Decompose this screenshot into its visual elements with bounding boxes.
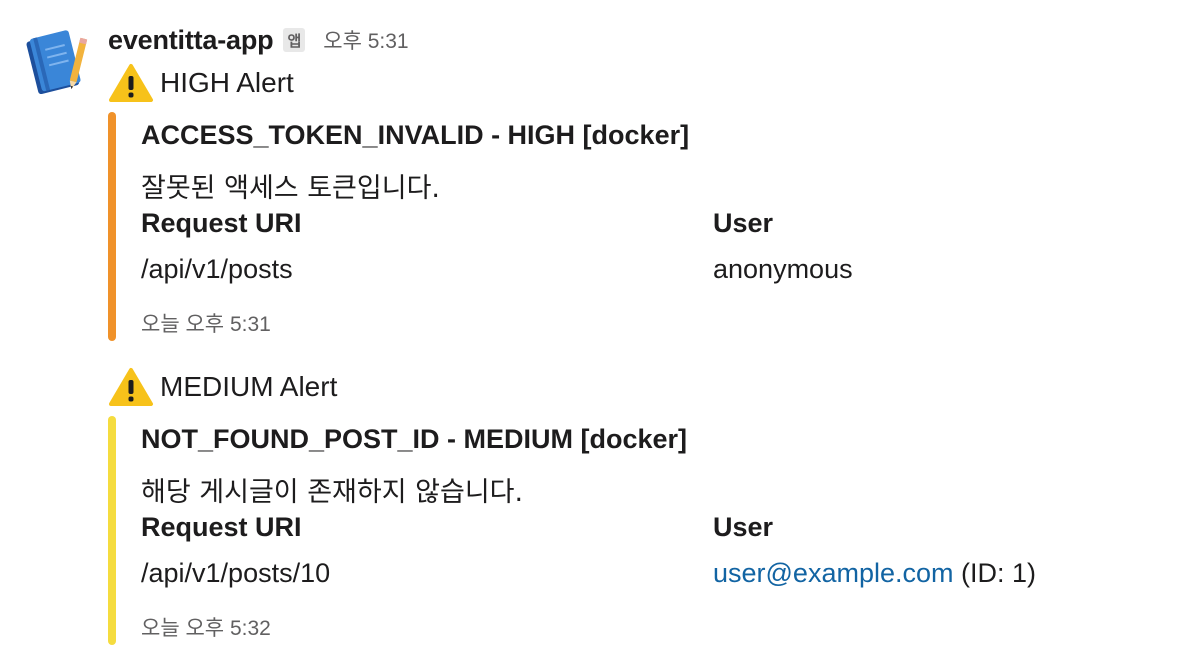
warning-icon (109, 64, 153, 102)
attachment-content: NOT_FOUND_POST_ID - MEDIUM [docker] 해당 게… (141, 416, 1108, 645)
app-avatar[interactable] (18, 24, 90, 96)
attachment-text: 해당 게시글이 존재하지 않습니다. (141, 477, 524, 508)
attachment-text: 잘못된 액세스 토큰입니다. (141, 173, 440, 204)
attachment-color-bar (108, 112, 116, 341)
alert-attachment-high: ACCESS_TOKEN_INVALID - HIGH [docker] 잘못된… (108, 112, 1108, 341)
user-id-suffix: (ID: 1) (953, 558, 1037, 588)
attachment-content: ACCESS_TOKEN_INVALID - HIGH [docker] 잘못된… (141, 112, 1108, 341)
attachment-heading: NOT_FOUND_POST_ID - MEDIUM [docker] (141, 424, 688, 454)
field-title-request-uri: Request URI (141, 512, 302, 542)
field-value-user: user@example.com (ID: 1) (713, 558, 1036, 589)
alert-attachment-medium: NOT_FOUND_POST_ID - MEDIUM [docker] 해당 게… (108, 416, 1108, 645)
attachment-footer-timestamp[interactable]: 오늘 오후 5:32 (141, 612, 271, 642)
alert-title-high: HIGH Alert (108, 63, 294, 103)
attachment-footer-timestamp[interactable]: 오늘 오후 5:31 (141, 308, 271, 338)
message-timestamp[interactable]: 오후 5:31 (323, 25, 408, 55)
alert-title-text: HIGH Alert (160, 67, 294, 98)
field-value-request-uri: /api/v1/posts (141, 254, 293, 284)
alert-title-text: MEDIUM Alert (160, 371, 338, 402)
user-email-link[interactable]: user@example.com (713, 558, 954, 588)
attachment-color-bar (108, 416, 116, 645)
field-title-user: User (713, 208, 774, 238)
alert-title-medium: MEDIUM Alert (108, 367, 337, 407)
notebook-pencil-icon (26, 30, 88, 95)
message-header: eventitta-app 앱 오후 5:31 (108, 22, 409, 58)
app-badge: 앱 (283, 28, 306, 52)
attachment-heading: ACCESS_TOKEN_INVALID - HIGH [docker] (141, 120, 690, 150)
field-value-user: anonymous (713, 254, 853, 284)
warning-icon (109, 368, 153, 406)
field-value-request-uri: /api/v1/posts/10 (141, 558, 331, 588)
field-title-request-uri: Request URI (141, 208, 302, 238)
field-title-user: User (713, 512, 774, 542)
sender-name[interactable]: eventitta-app (108, 25, 274, 56)
